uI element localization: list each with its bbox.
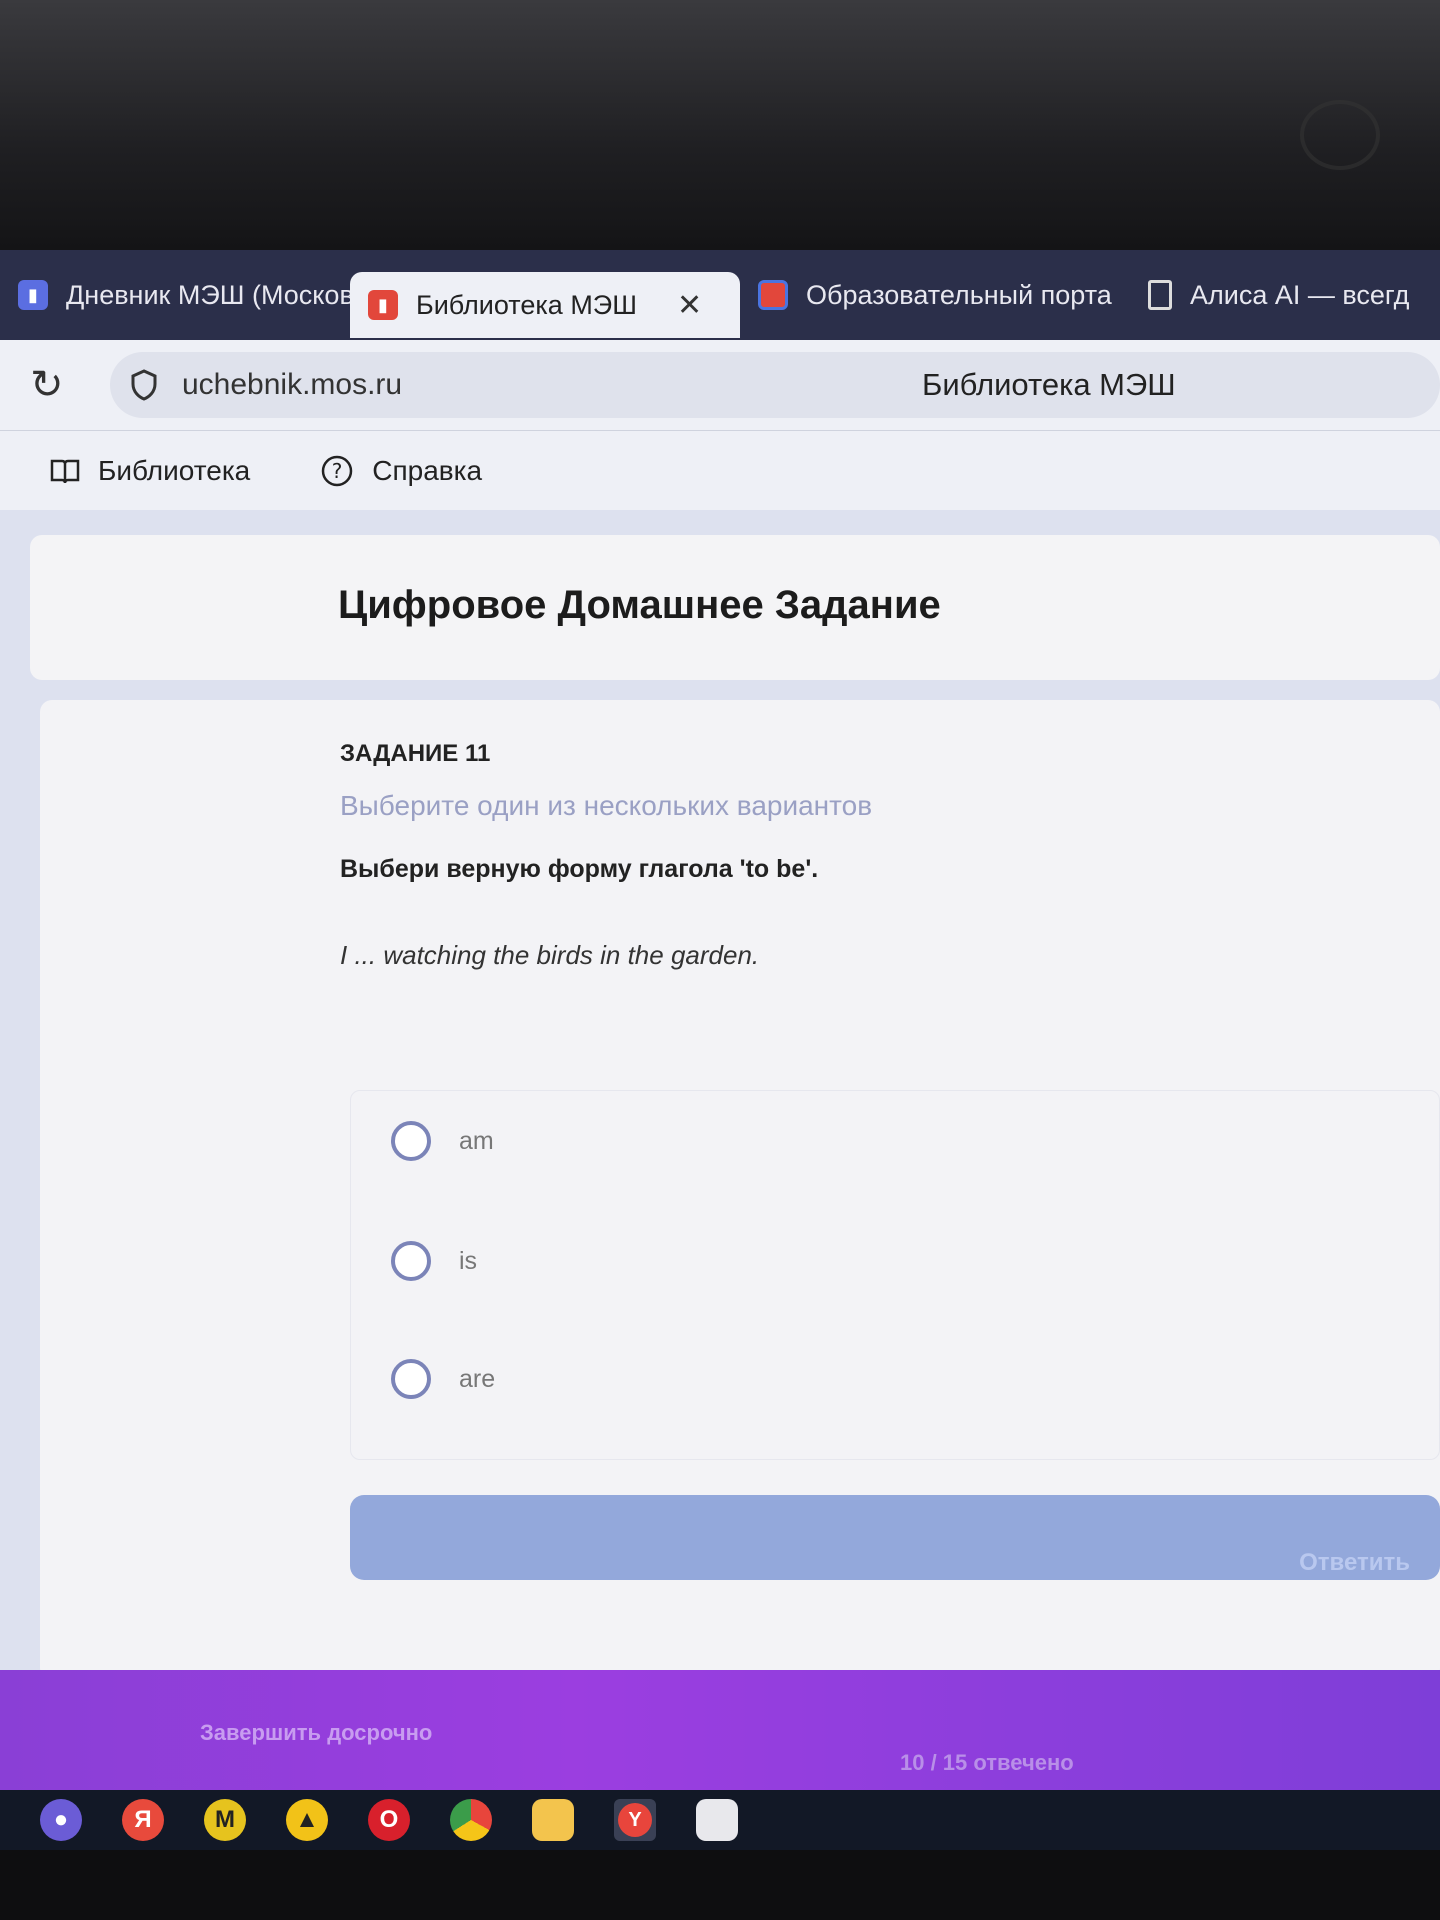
tab-mesh-library[interactable]: ▮ Библиотека МЭШ ✕	[350, 272, 740, 338]
mesh-diary-icon: ▮	[18, 280, 48, 310]
test-footer-bar: Завершить досрочно 10 / 15 отвечено	[0, 1670, 1440, 1790]
address-bar: ↻ uchebnik.mos.ru Библиотека МЭШ	[0, 340, 1440, 430]
omnibox[interactable]: uchebnik.mos.ru Библиотека МЭШ	[110, 352, 1440, 418]
task-number: ЗАДАНИЕ 11	[340, 740, 491, 767]
tab-education-portal[interactable]: Образовательный порта	[740, 260, 1130, 330]
notes-icon[interactable]	[696, 1799, 738, 1841]
monitor-bezel	[0, 0, 1440, 250]
os-taskbar: ● Я M ▲ O Y	[0, 1790, 1440, 1850]
progress-counter: 10 / 15 отвечено	[900, 1750, 1074, 1775]
bookmark-label: Библиотека	[98, 454, 251, 486]
tab-label: Дневник МЭШ (Москов	[66, 279, 350, 310]
finish-early-button[interactable]: Завершить досрочно	[200, 1720, 432, 1746]
radio-button[interactable]	[391, 1121, 431, 1161]
bookmarks-bar: Библиотека ? Справка	[0, 430, 1440, 510]
chrome-icon[interactable]	[450, 1799, 492, 1841]
tab-mesh-diary[interactable]: ▮ Дневник МЭШ (Москов	[0, 260, 350, 330]
drive-icon[interactable]: ▲	[286, 1799, 328, 1841]
radio-button[interactable]	[391, 1359, 431, 1399]
tab-label: Алиса AI — всегд	[1190, 279, 1410, 310]
help-icon: ?	[322, 455, 353, 486]
answer-options: am is are	[350, 1090, 1440, 1460]
task-card: ЗАДАНИЕ 11 Выберите один из нескольких в…	[40, 700, 1440, 1680]
radio-button[interactable]	[391, 1241, 431, 1281]
answer-button[interactable]: Ответить	[350, 1495, 1440, 1580]
main-content: Цифровое Домашнее Задание ЗАДАНИЕ 11 Выб…	[0, 510, 1440, 1680]
screen: ▮ Дневник МЭШ (Москов ▮ Библиотека МЭШ ✕…	[0, 250, 1440, 1850]
page-title: Цифровое Домашнее Задание	[338, 583, 941, 627]
page-icon	[1148, 280, 1172, 310]
app-icon[interactable]: M	[204, 1799, 246, 1841]
tab-label: Образовательный порта	[806, 279, 1112, 310]
book-icon	[50, 459, 80, 483]
opera-icon[interactable]: O	[368, 1799, 410, 1841]
task-hint: Выберите один из нескольких вариантов	[340, 790, 873, 821]
yandex-icon[interactable]: Я	[122, 1799, 164, 1841]
portal-icon	[758, 280, 788, 310]
webcam-icon	[1300, 100, 1380, 170]
folder-icon[interactable]	[532, 1799, 574, 1841]
tab-label: Библиотека МЭШ	[416, 289, 637, 320]
mesh-library-icon: ▮	[368, 290, 398, 320]
svg-text:?: ?	[332, 459, 343, 483]
option-am[interactable]: am	[391, 1121, 494, 1161]
option-is[interactable]: is	[391, 1241, 477, 1281]
browser-tab-bar: ▮ Дневник МЭШ (Москов ▮ Библиотека МЭШ ✕…	[0, 250, 1440, 340]
reload-icon[interactable]: ↻	[30, 362, 90, 408]
header-card: Цифровое Домашнее Задание	[30, 535, 1440, 680]
task-sentence: I ... watching the birds in the garden.	[340, 940, 760, 970]
search-icon[interactable]: ●	[40, 1799, 82, 1841]
bookmark-library[interactable]: Библиотека	[50, 455, 250, 487]
address-page-title: Библиотека МЭШ	[922, 367, 1176, 402]
shield-icon	[131, 369, 157, 401]
tab-alice-ai[interactable]: Алиса AI — всегд	[1130, 260, 1440, 330]
desk-area	[0, 1850, 1440, 1920]
option-are[interactable]: are	[391, 1359, 495, 1399]
option-label: is	[459, 1246, 478, 1275]
task-question: Выбери верную форму глагола 'to be'.	[340, 855, 819, 883]
bookmark-help[interactable]: ? Справка	[320, 454, 482, 488]
url-text: uchebnik.mos.ru	[182, 368, 403, 401]
option-label: am	[459, 1126, 494, 1155]
yandex-browser-icon[interactable]: Y	[614, 1799, 656, 1841]
bookmark-label: Справка	[372, 454, 483, 486]
option-label: are	[459, 1364, 496, 1393]
close-icon[interactable]: ✕	[677, 288, 702, 323]
